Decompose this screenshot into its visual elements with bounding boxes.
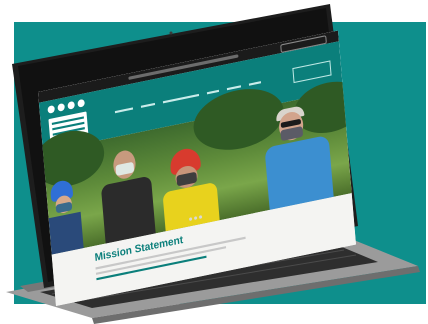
social-icon bbox=[57, 102, 65, 112]
nav-item bbox=[162, 93, 200, 104]
social-icon bbox=[77, 98, 85, 108]
social-icon bbox=[47, 104, 55, 114]
social-icons bbox=[47, 98, 85, 114]
header-button bbox=[292, 60, 332, 84]
social-icon bbox=[67, 100, 75, 110]
nav-item bbox=[140, 102, 156, 108]
nav-item bbox=[114, 107, 134, 114]
nav-item bbox=[248, 81, 262, 86]
nav-item bbox=[206, 89, 220, 95]
